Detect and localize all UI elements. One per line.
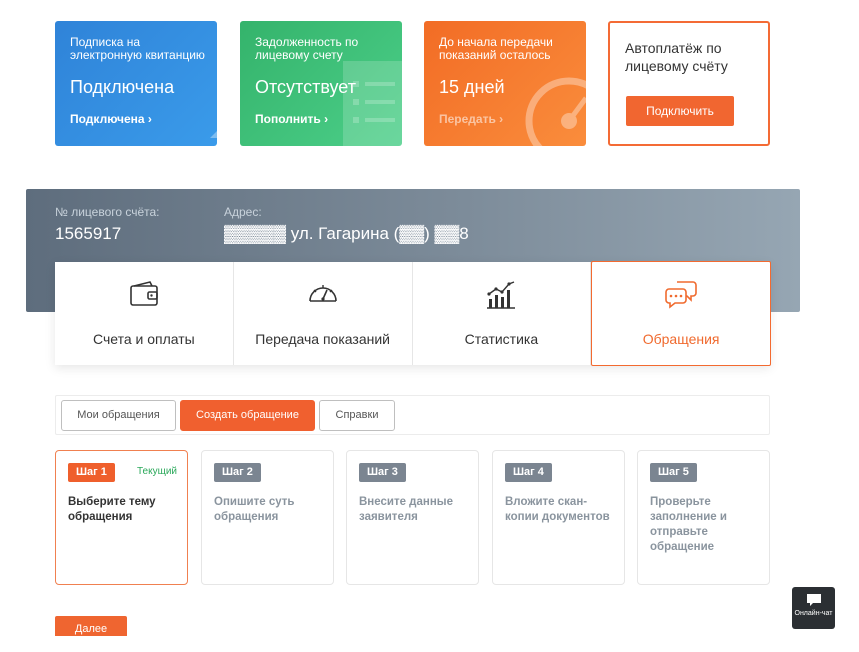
tab-statistics-label: Статистика	[464, 331, 539, 347]
subscription-card: Подписка на электронную квитанцию Подклю…	[55, 21, 217, 146]
address-value: ▓▓▓▓▓ ул. Гагарина (▓▓) ▓▓8	[224, 224, 469, 244]
certificates-button[interactable]: Справки	[319, 400, 395, 431]
step-4-badge: Шаг 4	[505, 463, 552, 482]
step-5-text: Проверьте заполнение и отправьте обращен…	[650, 496, 727, 553]
step-1-current-label: Текущий	[137, 466, 177, 477]
tab-statistics[interactable]: Статистика	[413, 262, 592, 365]
account-number: 1565917	[55, 224, 122, 243]
step-3-text: Внесите данные заявителя	[359, 496, 453, 523]
receipt-icon	[343, 61, 402, 146]
step-5-badge: Шаг 5	[650, 463, 697, 482]
step-3-badge: Шаг 3	[359, 463, 406, 482]
autopay-card: Автоплатёж по лицевому счёту Подключить	[608, 21, 770, 146]
bell-icon	[210, 131, 217, 138]
gauge-icon	[308, 285, 337, 302]
step-2-text: Опишите суть обращения	[214, 496, 295, 523]
next-button[interactable]: Далее	[55, 616, 127, 636]
online-chat-button[interactable]: Онлайн-чат	[792, 587, 835, 629]
step-5-card[interactable]: Шаг 5 Проверьте заполнение и отправьте о…	[637, 450, 770, 585]
stats-icon	[487, 281, 516, 309]
readings-title: До начала передачи показаний осталось	[439, 35, 553, 62]
step-1-badge: Шаг 1	[68, 463, 115, 482]
debt-topup-link[interactable]: Пополнить ›	[255, 112, 328, 126]
step-2-badge: Шаг 2	[214, 463, 261, 482]
address-label: Адрес:	[224, 205, 262, 219]
request-subtabs: Мои обращения Создать обращение Справки	[55, 395, 770, 435]
account-number-label: № лицевого счёта:	[55, 205, 160, 219]
tab-readings-label: Передача показаний	[255, 331, 390, 347]
autopay-title: Автоплатёж по лицевому счёту	[625, 40, 728, 74]
tab-requests[interactable]: Обращения	[591, 261, 771, 366]
main-tabs: Счета и оплаты Передача показаний Статис…	[55, 261, 771, 366]
tab-bills-label: Счета и оплаты	[93, 331, 195, 347]
my-requests-button[interactable]: Мои обращения	[61, 400, 176, 431]
debt-title: Задолженность по лицевому счету	[255, 35, 359, 62]
chat-bubbles-icon	[665, 281, 697, 309]
debt-value: Отсутствует	[255, 77, 356, 97]
address-text: ▓▓▓▓▓ ул. Гагарина (▓▓) ▓▓8	[224, 224, 469, 243]
step-4-text: Вложите скан-копии документов	[505, 496, 610, 523]
autopay-connect-button[interactable]: Подключить	[626, 96, 734, 126]
step-3-card[interactable]: Шаг 3 Внесите данные заявителя	[346, 450, 479, 585]
subscription-link[interactable]: Подключена ›	[70, 112, 152, 126]
online-chat-label: Онлайн-чат	[794, 610, 833, 617]
subscription-title: Подписка на электронную квитанцию	[70, 35, 205, 62]
step-1-text: Выберите тему обращения	[68, 496, 156, 523]
debt-card: Задолженность по лицевому счету Отсутств…	[240, 21, 402, 146]
step-2-card[interactable]: Шаг 2 Опишите суть обращения	[201, 450, 334, 585]
tab-bills-payments[interactable]: Счета и оплаты	[55, 262, 234, 365]
create-request-button[interactable]: Создать обращение	[180, 400, 315, 431]
subscription-value: Подключена	[70, 77, 175, 97]
readings-card: До начала передачи показаний осталось 15…	[424, 21, 586, 146]
tab-requests-label: Обращения	[642, 331, 720, 347]
tab-meter-readings[interactable]: Передача показаний	[234, 262, 413, 365]
chat-icon	[807, 594, 821, 606]
gauge-deco-icon	[525, 77, 586, 146]
readings-value: 15 дней	[439, 77, 505, 97]
wallet-icon	[130, 281, 158, 306]
step-4-card[interactable]: Шаг 4 Вложите скан-копии документов	[492, 450, 625, 585]
readings-submit-link[interactable]: Передать ›	[439, 112, 503, 126]
step-1-card[interactable]: Шаг 1 Текущий Выберите тему обращения	[55, 450, 188, 585]
